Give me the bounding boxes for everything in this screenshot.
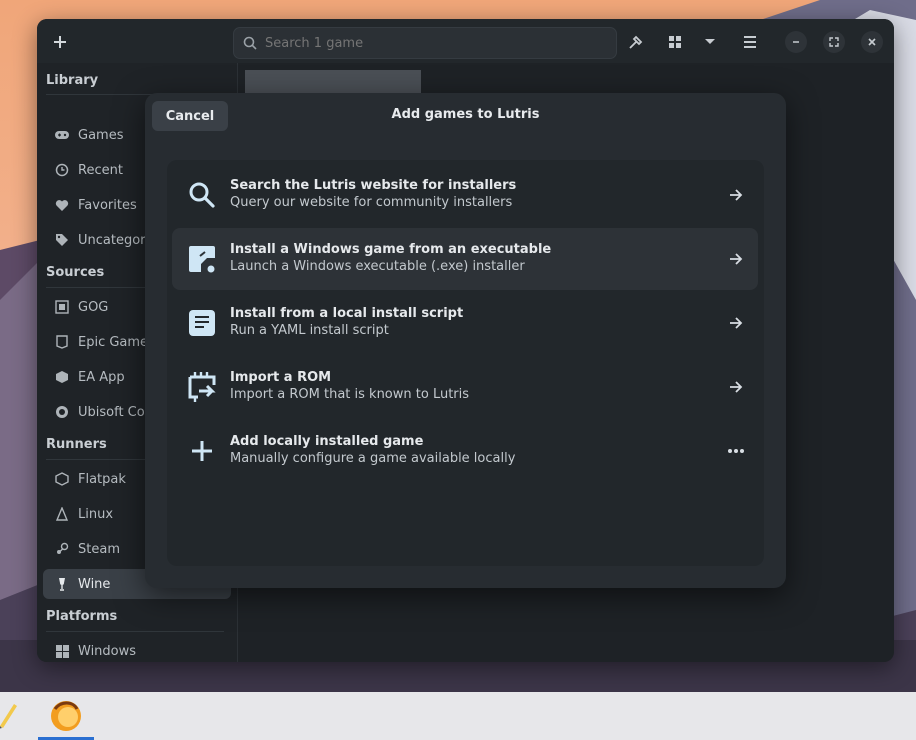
option-title: Install a Windows game from an executabl…: [230, 242, 552, 257]
ubisoft-icon: [54, 404, 70, 420]
sidebar-section-platforms: Platforms: [46, 609, 118, 624]
option-add-local-game[interactable]: Add locally installed game Manually conf…: [172, 420, 758, 482]
clock-icon: [54, 162, 70, 178]
hamburger-icon: [744, 36, 756, 48]
grid-icon: [669, 36, 681, 48]
sidebar-item-label: Games: [78, 127, 124, 143]
grid-view-button[interactable]: [662, 29, 688, 55]
option-subtitle: Import a ROM that is known to Lutris: [230, 387, 470, 402]
search-input[interactable]: [263, 34, 597, 52]
option-subtitle: Manually configure a game available loca…: [230, 451, 516, 466]
windows-icon: [54, 643, 70, 659]
linux-icon: [54, 506, 70, 522]
minimize-button[interactable]: [785, 31, 807, 53]
sidebar-section-sources: Sources: [46, 265, 105, 280]
ea-icon: [54, 369, 70, 385]
plus-icon: [186, 435, 218, 467]
option-subtitle: Run a YAML install script: [230, 323, 389, 338]
hammer-icon: [628, 35, 642, 49]
arrow-right-icon: [726, 377, 746, 397]
sidebar-item-label: EA App: [78, 369, 125, 385]
options-list: Search the Lutris website for installers…: [167, 160, 764, 566]
search-box[interactable]: [233, 27, 617, 59]
flatpak-icon: [54, 471, 70, 487]
option-local-script[interactable]: Install from a local install script Run …: [172, 292, 758, 354]
cancel-button[interactable]: Cancel: [152, 101, 228, 131]
option-title: Add locally installed game: [230, 434, 424, 449]
arrow-right-icon: [726, 249, 746, 269]
chevron-down-icon: [705, 39, 715, 44]
search-icon: [243, 36, 257, 50]
tools-button[interactable]: [622, 29, 648, 55]
steam-icon: [54, 541, 70, 557]
rom-icon: [186, 371, 218, 403]
game-thumbnail[interactable]: [245, 70, 421, 95]
sidebar-item-label: Linux: [78, 506, 114, 522]
option-subtitle: Launch a Windows executable (.exe) insta…: [230, 259, 525, 274]
divider: [46, 631, 224, 632]
minimize-icon: [793, 41, 799, 43]
notes-app-icon[interactable]: [0, 700, 18, 730]
more-options-icon: [726, 441, 746, 461]
add-game-button[interactable]: [47, 29, 73, 55]
option-title: Import a ROM: [230, 370, 332, 385]
maximize-icon: [829, 37, 839, 47]
arrow-right-icon: [726, 185, 746, 205]
sidebar-item-label: Steam: [78, 541, 120, 557]
sidebar-item-label: Flatpak: [78, 471, 126, 487]
taskbar: [0, 692, 916, 740]
sidebar-item-windows[interactable]: Windows: [43, 636, 231, 662]
option-title: Install from a local install script: [230, 306, 464, 321]
option-import-rom[interactable]: Import a ROM Import a ROM that is known …: [172, 356, 758, 418]
sidebar-item-label: Uncategori: [78, 232, 150, 248]
sidebar-section-library: Library: [46, 73, 99, 88]
lutris-app-icon[interactable]: [49, 699, 83, 733]
arrow-right-icon: [726, 313, 746, 333]
sidebar-item-label: Epic Game: [78, 334, 149, 350]
heart-icon: [54, 197, 70, 213]
gamepad-icon: [54, 127, 70, 143]
sidebar-item-label: Recent: [78, 162, 123, 178]
sidebar-item-label: Wine: [78, 576, 111, 592]
epic-icon: [54, 334, 70, 350]
plus-icon: [54, 36, 66, 48]
option-title: Search the Lutris website for installers: [230, 178, 517, 193]
main-menu-button[interactable]: [737, 29, 763, 55]
sidebar-item-label: GOG: [78, 299, 109, 315]
option-search-website[interactable]: Search the Lutris website for installers…: [172, 164, 758, 226]
close-icon: [868, 38, 876, 46]
maximize-button[interactable]: [823, 31, 845, 53]
dialog-title: Add games to Lutris: [391, 107, 540, 122]
sidebar-section-runners: Runners: [46, 437, 107, 452]
tag-icon: [54, 232, 70, 248]
add-games-dialog: Add games to Lutris Cancel Search the Lu…: [145, 93, 786, 588]
sidebar-item-label: Windows: [78, 643, 137, 659]
windows-exe-icon: [186, 243, 218, 275]
close-button[interactable]: [861, 31, 883, 53]
option-windows-executable[interactable]: Install a Windows game from an executabl…: [172, 228, 758, 290]
sidebar-item-label: Ubisoft Cor: [78, 404, 151, 420]
gog-icon: [54, 299, 70, 315]
headerbar: [37, 19, 894, 63]
sidebar-item-label: Favorites: [78, 197, 137, 213]
search-icon: [186, 179, 218, 211]
option-subtitle: Query our website for community installe…: [230, 195, 513, 210]
wine-glass-icon: [54, 576, 70, 592]
script-icon: [186, 307, 218, 339]
view-options-dropdown[interactable]: [697, 29, 723, 55]
